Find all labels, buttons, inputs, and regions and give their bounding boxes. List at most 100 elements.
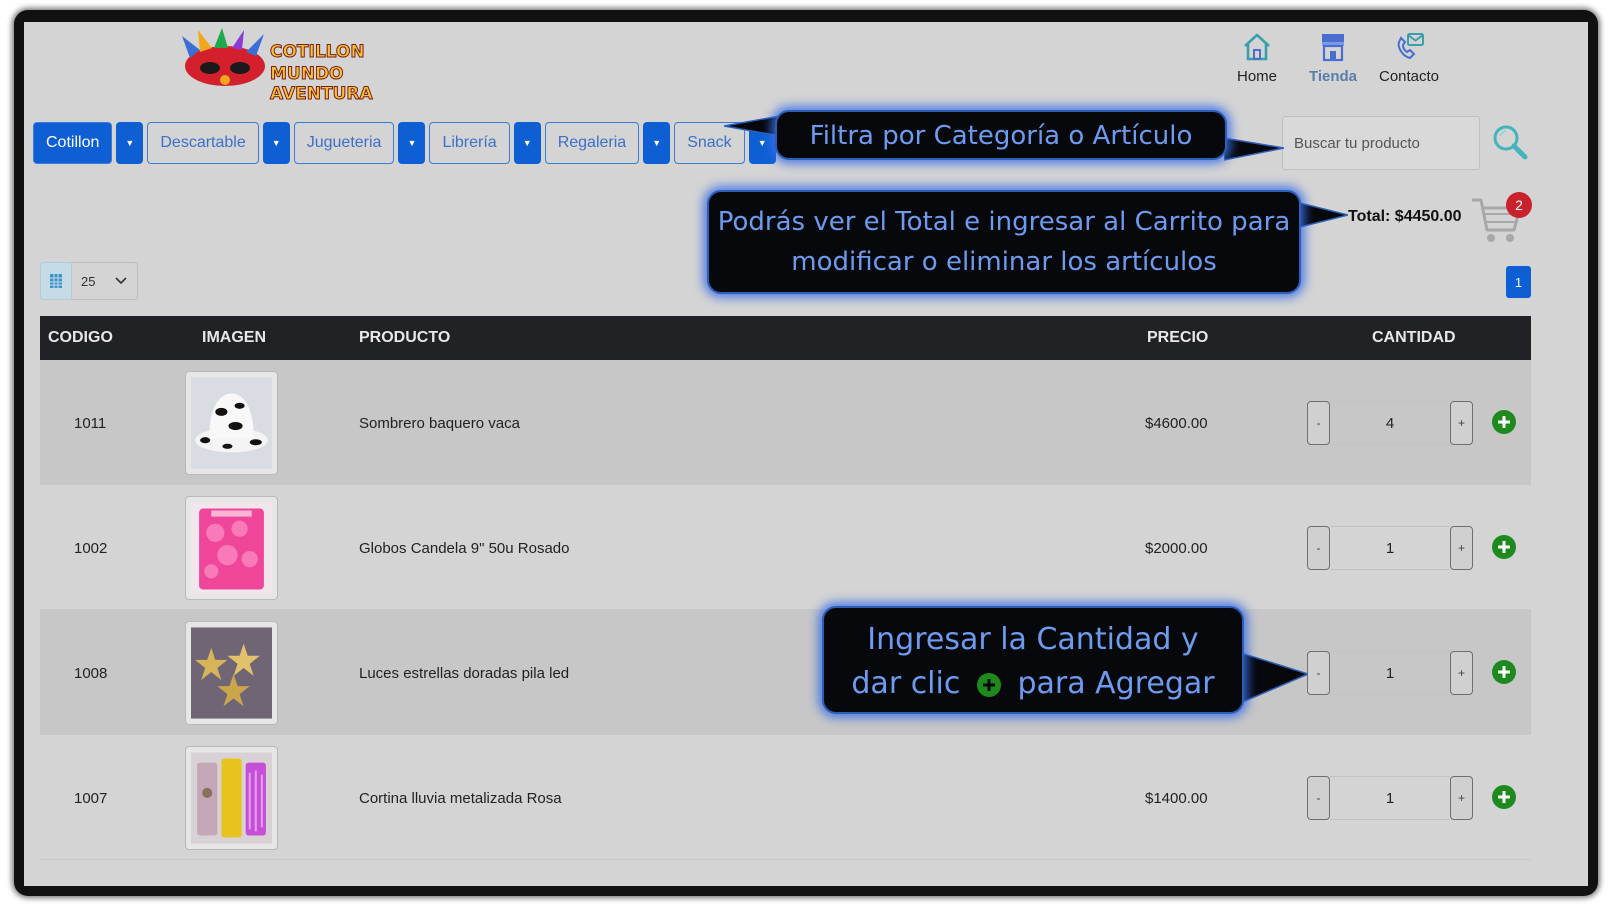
search-icon[interactable] [1490,122,1530,162]
category-group-regaleria: Regaleria ▼ [544,122,671,164]
table-row: 1007 Cortina lluvia metalizada Rosa $140… [40,735,1531,860]
nav-contacto-label: Contacto [1378,68,1440,85]
logo-text-line1: COTILLON [270,42,366,63]
product-image-hat [185,371,278,475]
product-name: Luces estrellas doradas pila led [359,665,570,682]
caret-down-icon: ▼ [522,138,532,148]
table-grid-icon [40,262,72,300]
category-dropdown-toggle[interactable]: ▼ [262,122,290,164]
quantity-stepper: - 1 + [1307,526,1473,570]
add-plus-icon [976,673,1001,697]
quantity-input[interactable]: 4 [1330,401,1450,445]
product-image-balloons [185,496,278,600]
quantity-increase-button[interactable]: + [1450,776,1473,820]
page-size-value: 25 [81,273,96,289]
product-name: Globos Candela 9" 50u Rosado [359,540,570,557]
quantity-decrease-button[interactable]: - [1307,401,1330,445]
quantity-increase-button[interactable]: + [1450,401,1473,445]
product-code: 1011 [74,415,107,432]
product-name: Cortina lluvia metalizada Rosa [359,790,562,807]
nav-tienda[interactable]: Tienda [1304,30,1362,85]
category-dropdown-toggle[interactable]: ▼ [398,122,426,164]
nav-home[interactable]: Home [1228,30,1286,85]
callout-add: Ingresar la Cantidad y dar clic para Agr… [822,606,1244,714]
quantity-stepper: - 1 + [1307,776,1473,820]
table-row: 1011 Sombrero baquero vaca $4600.00 - 4 … [40,360,1531,485]
category-button-regaleria[interactable]: Regaleria [544,122,640,164]
callout-arrow-search [1224,137,1284,161]
add-to-cart-icon[interactable] [1491,534,1517,560]
chevron-down-icon [115,277,128,285]
store-page: COTILLON MUNDO AVENTURA Home Tienda Cont… [24,22,1588,886]
nav-tienda-label: Tienda [1308,68,1358,85]
products-table: CODIGO IMAGEN PRODUCTO PRECIO CANTIDAD 1… [40,316,1531,860]
callout-cart: Podrás ver el Total e ingresar al Carrit… [707,190,1301,294]
table-row: 1002 Globos Candela 9" 50u Rosado $2000.… [40,485,1531,610]
callout-add-line2-pre: dar clic [851,666,961,701]
callout-cart-line1: Podrás ver el Total e ingresar al Carrit… [717,207,1291,237]
quantity-increase-button[interactable]: + [1450,651,1473,695]
quantity-input[interactable]: 1 [1330,651,1450,695]
category-group-cotillon: Cotillon ▼ [33,122,144,164]
category-group-descartable: Descartable ▼ [147,122,290,164]
category-button-jugueteria[interactable]: Jugueteria [293,122,395,164]
product-code: 1002 [74,540,108,557]
cart-total: Total: $4450.00 [1348,208,1462,225]
page-size-select[interactable]: 25 [72,262,138,300]
nav-home-label: Home [1236,68,1277,85]
product-code: 1007 [74,790,108,807]
quantity-decrease-button[interactable]: - [1307,776,1330,820]
col-header-image: IMAGEN [202,329,266,346]
caret-down-icon: ▼ [757,138,767,148]
callout-filter: Filtra por Categoría o Artículo [775,110,1227,160]
page-button-current[interactable]: 1 [1506,266,1531,298]
category-button-cotillon[interactable]: Cotillon [33,122,113,164]
nav-contacto[interactable]: Contacto [1378,30,1440,85]
quantity-decrease-button[interactable]: - [1307,526,1330,570]
product-price: $1400.00 [1145,790,1208,807]
callout-arrow-cart [1296,201,1348,229]
carnival-mask-icon [182,28,265,86]
product-image-star-lights [185,621,278,725]
quantity-input[interactable]: 1 [1330,776,1450,820]
col-header-price: PRECIO [1147,329,1209,346]
category-group-jugueteria: Jugueteria ▼ [293,122,426,164]
col-header-code: CODIGO [48,329,113,346]
quantity-increase-button[interactable]: + [1450,526,1473,570]
col-header-product: PRODUCTO [359,329,451,346]
product-price: $2000.00 [1145,540,1208,557]
category-button-libreria[interactable]: Librería [429,122,510,164]
brand-logo[interactable]: COTILLON MUNDO AVENTURA [180,28,430,105]
table-header: CODIGO IMAGEN PRODUCTO PRECIO CANTIDAD [40,316,1531,360]
callout-cart-line2: modificar o eliminar los artículos [791,247,1217,277]
quantity-input[interactable]: 1 [1330,526,1450,570]
product-code: 1008 [74,665,108,682]
col-header-quantity: CANTIDAD [1372,329,1456,346]
callout-add-line2: dar clic para Agregar [824,662,1242,706]
caret-down-icon: ▼ [125,138,135,148]
product-name: Sombrero baquero vaca [359,415,520,432]
product-price: $4600.00 [1145,415,1208,432]
add-to-cart-icon[interactable] [1491,784,1517,810]
caret-down-icon: ▼ [652,138,662,148]
add-to-cart-icon[interactable] [1491,409,1517,435]
quantity-stepper: - 1 + [1307,651,1473,695]
callout-add-line2-post: para Agregar [1017,666,1215,701]
category-dropdown-toggle[interactable]: ▼ [643,122,671,164]
search-input[interactable]: Buscar tu producto [1282,116,1480,170]
caret-down-icon: ▼ [271,138,281,148]
callout-add-line1: Ingresar la Cantidad y [867,622,1199,657]
category-dropdown-toggle[interactable]: ▼ [116,122,144,164]
category-button-descartable[interactable]: Descartable [147,122,259,164]
quantity-decrease-button[interactable]: - [1307,651,1330,695]
category-dropdown-toggle[interactable]: ▼ [513,122,541,164]
category-filter-bar: Cotillon ▼ Descartable ▼ Jugueteria ▼ Li… [33,122,776,164]
caret-down-icon: ▼ [407,138,417,148]
add-to-cart-icon[interactable] [1491,659,1517,685]
top-nav: Home Tienda Contacto [1228,30,1440,85]
contact-icon [1397,33,1424,60]
home-icon [1244,33,1270,61]
callout-filter-text: Filtra por Categoría o Artículo [809,121,1193,151]
quantity-stepper: - 4 + [1307,401,1473,445]
cart-count-badge: 2 [1506,192,1532,218]
